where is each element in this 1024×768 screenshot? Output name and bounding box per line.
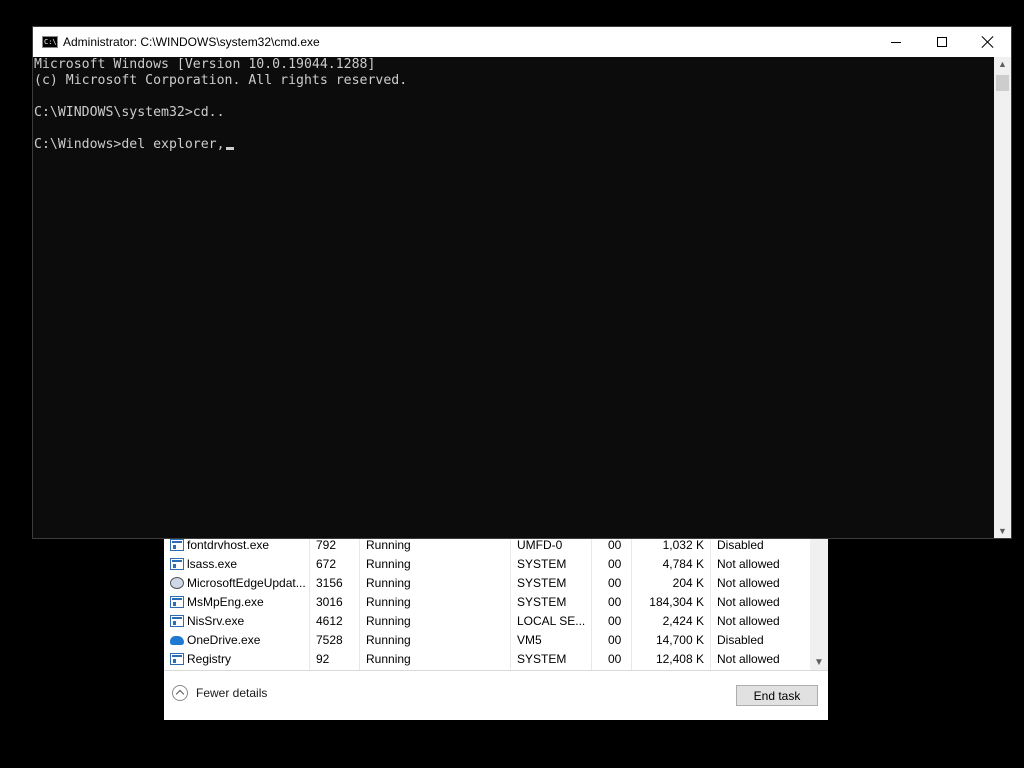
close-icon [982,36,994,48]
process-name: MsMpEng.exe [187,595,264,609]
console-line: (c) Microsoft Corporation. All rights re… [34,73,408,88]
process-status: Running [366,576,411,590]
process-user: VM5 [517,633,542,647]
maximize-button[interactable] [919,27,965,57]
process-user: SYSTEM [517,557,567,571]
text-cursor [225,147,234,150]
process-user: SYSTEM [517,652,567,666]
process-memory: 4,784 K [662,557,704,571]
process-user: LOCAL SE... [517,614,586,628]
process-memory: 2,424 K [662,614,704,628]
scroll-up-arrow-icon[interactable]: ▲ [998,59,1007,69]
process-name: lsass.exe [187,557,238,571]
process-name: Registry [187,652,232,666]
process-cpu: 00 [608,557,622,571]
process-row[interactable]: lsass.exe 672 Running SYSTEM 00 4,784 K Not al… [164,555,810,574]
process-uac-virtualization: Not allowed [717,576,780,590]
process-list-scrollbar[interactable]: ▼ [810,527,828,670]
process-cpu: 00 [608,614,622,628]
console-prompt-text: C:\Windows>del explorer, [34,137,225,152]
process-row[interactable]: NisSrv.exe 4612 Running LOCAL SE... 00 2,424 … [164,612,810,631]
app-icon [170,615,184,627]
process-memory: 14,700 K [655,633,704,647]
process-user: SYSTEM [517,576,567,590]
process-row[interactable]: fontdrvhost.exe 792 Running UMFD-0 00 1,032 K… [164,536,810,555]
process-row[interactable]: Registry 92 Running SYSTEM 00 12,408 K Not all… [164,650,810,669]
cmd-window[interactable]: Administrator: C:\WINDOWS\system32\cmd.e… [33,27,1011,538]
process-pid: 3016 [316,595,343,609]
maximize-icon [937,37,947,47]
console-line: Microsoft Windows [Version 10.0.19044.12… [34,57,376,72]
process-user: UMFD-0 [517,538,563,552]
process-pid: 92 [316,652,330,666]
onedrive-icon [170,636,184,645]
title-bar[interactable]: Administrator: C:\WINDOWS\system32\cmd.e… [33,27,1011,57]
app-icon [170,596,184,608]
edge-update-icon [170,577,184,589]
app-icon [170,653,184,665]
minimize-button[interactable] [873,27,919,57]
process-name: NisSrv.exe [187,614,245,628]
process-cpu: 00 [608,652,622,666]
fewer-details-label: Fewer details [196,686,268,700]
process-status: Running [366,614,411,628]
console-input-line[interactable]: C:\Windows>del explorer, [34,137,234,153]
process-uac-virtualization: Disabled [717,538,764,552]
process-name: fontdrvhost.exe [187,538,270,552]
task-manager-footer: Fewer details End task [164,670,828,721]
minimize-icon [891,41,901,43]
task-manager-window: dwm.exe4460RunningDWM-10026,872 KDisable… [164,527,828,720]
process-cpu: 00 [608,633,622,647]
fewer-details-button[interactable]: Fewer details [172,685,267,701]
process-pid: 7528 [316,633,343,647]
console-scrollbar[interactable]: ▲ ▼ [994,57,1011,538]
process-status: Running [366,595,411,609]
process-memory: 1,032 K [662,538,704,552]
process-uac-virtualization: Not allowed [717,557,780,571]
process-status: Running [366,652,411,666]
process-name: MicrosoftEdgeUpdat... [187,576,306,590]
process-uac-virtualization: Not allowed [717,595,780,609]
process-status: Running [366,557,411,571]
scroll-down-arrow-icon[interactable]: ▼ [814,657,824,668]
process-row[interactable]: MsMpEng.exe 3016 Running SYSTEM 00 184,304 K N… [164,593,810,612]
process-name: OneDrive.exe [187,633,261,647]
process-uac-virtualization: Disabled [717,633,764,647]
console-output[interactable]: Microsoft Windows [Version 10.0.19044.12… [33,57,994,538]
process-memory: 204 K [672,576,704,590]
window-title: Administrator: C:\WINDOWS\system32\cmd.e… [63,35,320,49]
process-uac-virtualization: Not allowed [717,652,780,666]
process-status: Running [366,633,411,647]
app-icon [170,558,184,570]
cmd-app-icon[interactable] [42,36,58,48]
chevron-up-circle-icon [172,685,188,701]
console-line: C:\WINDOWS\system32>cd.. [34,105,225,120]
process-user: SYSTEM [517,595,567,609]
process-pid: 4612 [316,614,343,628]
process-status: Running [366,538,411,552]
end-task-button[interactable]: End task [736,685,818,706]
process-row[interactable]: OneDrive.exe 7528 Running VM5 00 14,700 K Disa… [164,631,810,650]
app-icon [170,539,184,551]
scrollbar-thumb[interactable] [996,75,1009,91]
process-pid: 3156 [316,576,343,590]
scroll-down-arrow-icon[interactable]: ▼ [998,526,1007,536]
process-list: dwm.exe4460RunningDWM-10026,872 KDisable… [164,527,810,670]
process-memory: 12,408 K [655,652,704,666]
process-row[interactable]: MicrosoftEdgeUpdat... 3156 Running SYSTEM 00… [164,574,810,593]
process-pid: 792 [316,538,337,552]
process-uac-virtualization: Not allowed [717,614,780,628]
process-cpu: 00 [608,538,622,552]
process-cpu: 00 [608,576,622,590]
close-button[interactable] [965,27,1011,57]
process-pid: 672 [316,557,337,571]
process-cpu: 00 [608,595,622,609]
process-memory: 184,304 K [649,595,704,609]
